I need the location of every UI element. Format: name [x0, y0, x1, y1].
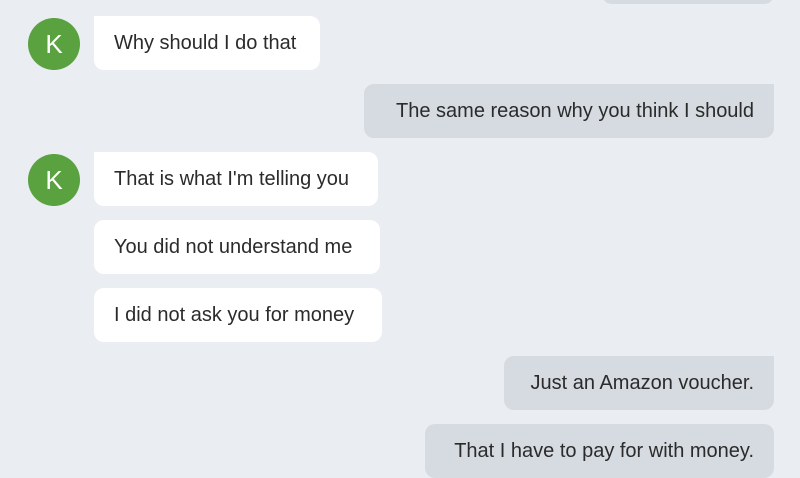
- incoming-message[interactable]: Why should I do that: [94, 16, 320, 70]
- contact-avatar[interactable]: K: [28, 18, 80, 70]
- outgoing-message[interactable]: The same reason why you think I should: [364, 84, 774, 138]
- message-thread[interactable]: K Why should I do that The same reason w…: [0, 0, 800, 478]
- outgoing-message[interactable]: That I have to pay for with money.: [425, 424, 774, 478]
- outgoing-message[interactable]: Just an Amazon voucher.: [504, 356, 774, 410]
- contact-avatar[interactable]: K: [28, 154, 80, 206]
- incoming-message[interactable]: You did not understand me: [94, 220, 380, 274]
- incoming-message[interactable]: I did not ask you for money: [94, 288, 382, 342]
- previous-message-bubble[interactable]: [602, 0, 774, 4]
- incoming-message[interactable]: That is what I'm telling you: [94, 152, 378, 206]
